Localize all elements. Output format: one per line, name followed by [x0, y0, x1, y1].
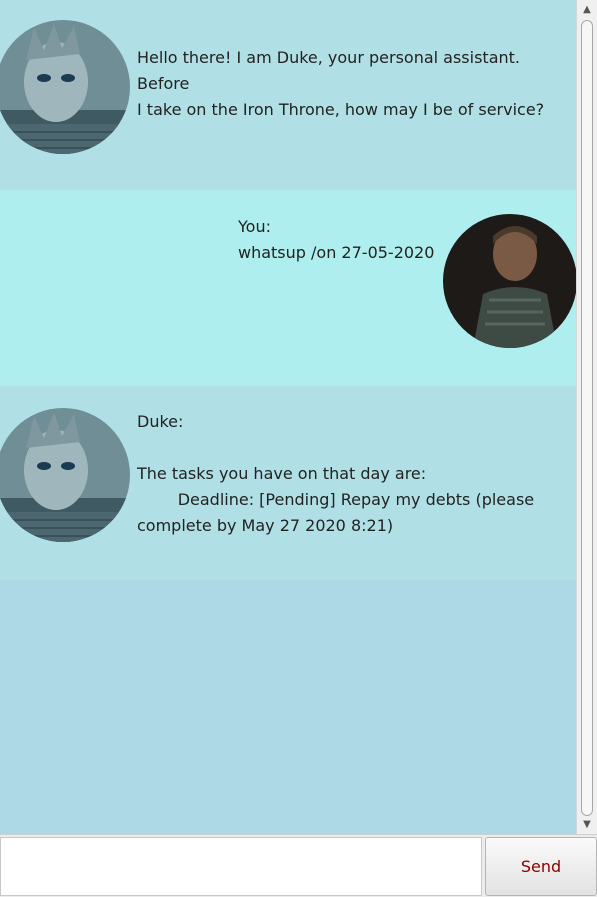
duke-avatar — [0, 408, 130, 542]
duke-message-text: Duke: The tasks you have on that day are… — [137, 412, 535, 535]
send-button[interactable]: Send — [485, 837, 597, 896]
user-message: You: whatsup /on 27-05-2020 — [0, 190, 576, 386]
triangle-up-icon[interactable]: ▲ — [577, 2, 597, 18]
duke-message-text: Hello there! I am Duke, your personal as… — [137, 48, 545, 119]
user-message-text: You: whatsup /on 27-05-2020 — [238, 217, 435, 262]
message-input[interactable] — [0, 837, 482, 896]
chat-scroll-pane[interactable]: Hello there! I am Duke, your personal as… — [0, 0, 576, 834]
duke-message: Hello there! I am Duke, your personal as… — [0, 0, 576, 190]
triangle-down-icon[interactable]: ▼ — [577, 817, 597, 833]
duke-avatar — [0, 20, 130, 154]
user-avatar — [443, 214, 576, 348]
input-bar: Send — [0, 834, 597, 897]
vertical-scrollbar[interactable]: ▲ ▼ — [576, 0, 597, 834]
duke-message: Duke: The tasks you have on that day are… — [0, 386, 576, 580]
scrollbar-thumb[interactable] — [581, 20, 593, 816]
